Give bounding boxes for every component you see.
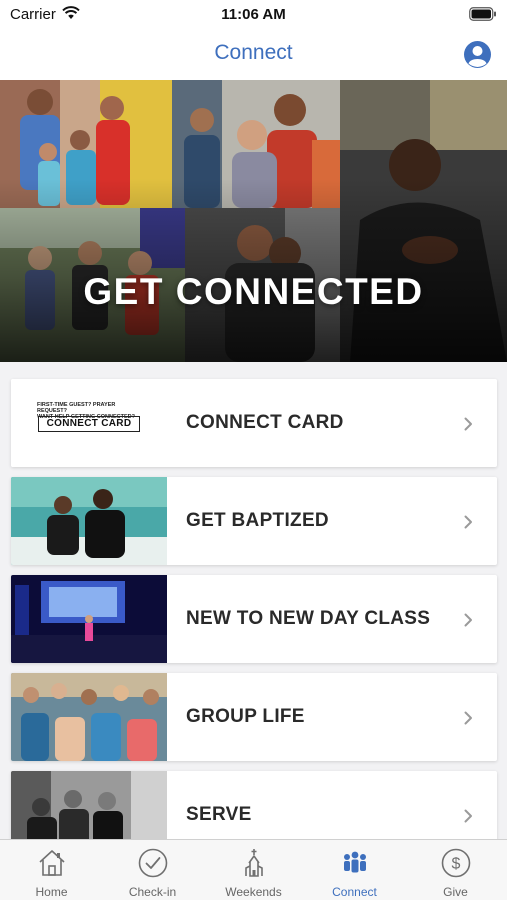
tab-label: Home xyxy=(35,885,68,899)
user-profile-icon[interactable] xyxy=(463,40,492,69)
chevron-right-icon xyxy=(464,809,472,823)
tab-home[interactable]: Home xyxy=(1,840,102,900)
people-group-icon xyxy=(344,851,366,873)
home-icon xyxy=(39,850,65,876)
list-item-label: NEW TO NEW DAY CLASS xyxy=(186,608,431,629)
connect-card-thumb-title: CONNECT CARD xyxy=(38,416,140,432)
church-icon xyxy=(245,849,263,877)
connect-card-thumb-line1: FIRST-TIME GUEST? PRAYER REQUEST? xyxy=(37,402,116,414)
tab-give[interactable]: $ Give xyxy=(405,840,506,900)
status-bar: Carrier 11:06 AM xyxy=(0,0,507,30)
tab-label: Weekends xyxy=(225,885,282,899)
tab-bar: Home Check-in Weekends Connect $ Give xyxy=(0,839,507,900)
dollar-circle-icon: $ xyxy=(441,848,471,878)
list-item-new-to-new-day-class[interactable]: NEW TO NEW DAY CLASS xyxy=(11,575,497,663)
list-item-group-life[interactable]: GROUP LIFE xyxy=(11,673,497,761)
tab-label: Connect xyxy=(332,885,377,899)
connect-card-thumbnail: FIRST-TIME GUEST? PRAYER REQUEST? WANT H… xyxy=(11,379,167,467)
tab-label: Give xyxy=(443,885,468,899)
chevron-right-icon xyxy=(464,417,472,431)
hero-title: GET CONNECTED xyxy=(83,271,424,312)
tab-connect[interactable]: Connect xyxy=(304,840,405,900)
tab-label: Check-in xyxy=(128,885,177,899)
chevron-right-icon xyxy=(464,711,472,725)
battery-icon xyxy=(469,7,496,21)
chevron-right-icon xyxy=(464,613,472,627)
status-time: 11:06 AM xyxy=(221,6,286,23)
list-item-get-baptized[interactable]: GET BAPTIZED xyxy=(11,477,497,565)
list-item-connect-card[interactable]: FIRST-TIME GUEST? PRAYER REQUEST? WANT H… xyxy=(11,379,497,467)
list-item-label: GET BAPTIZED xyxy=(186,510,329,531)
check-circle-icon xyxy=(138,848,168,878)
list-item-label: CONNECT CARD xyxy=(186,412,344,433)
page-title: Connect xyxy=(214,41,293,64)
chevron-right-icon xyxy=(464,515,472,529)
list-item-label: GROUP LIFE xyxy=(186,706,305,727)
nav-bar: Connect xyxy=(0,30,507,80)
class-thumbnail xyxy=(11,575,167,663)
hero-overlay xyxy=(0,80,507,362)
tab-check-in[interactable]: Check-in xyxy=(102,840,203,900)
tab-weekends[interactable]: Weekends xyxy=(203,840,304,900)
group-life-thumbnail xyxy=(11,673,167,761)
svg-text:$: $ xyxy=(452,856,461,873)
hero-banner: GET CONNECTED xyxy=(0,80,507,362)
baptism-thumbnail xyxy=(11,477,167,565)
